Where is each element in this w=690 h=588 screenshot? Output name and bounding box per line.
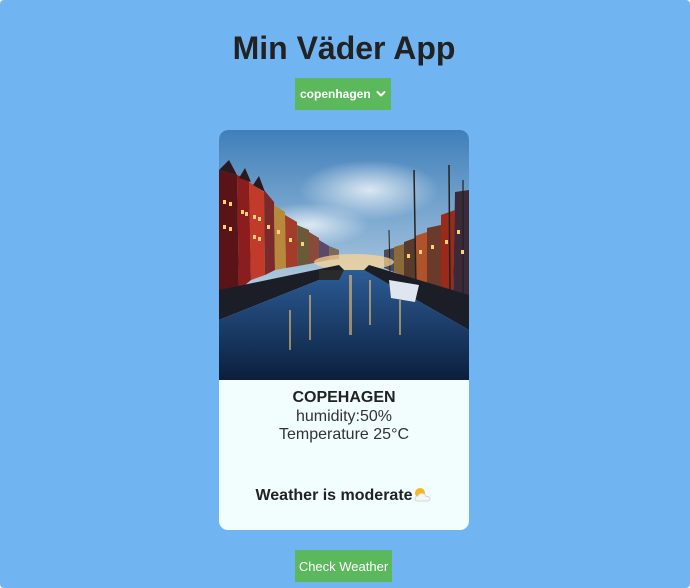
humidity-line: humidity:50% (219, 408, 469, 426)
app-page: Min Väder App copenhagen COPEHAGEN humid… (0, 0, 690, 588)
page-title: Min Väder App (232, 30, 456, 66)
temperature-value: 25°C (373, 426, 410, 443)
humidity-value: 50% (360, 408, 393, 425)
weather-status: Weather is moderate (219, 486, 469, 505)
weather-status-text: Weather is moderate (255, 487, 413, 504)
city-photo (219, 130, 469, 380)
sun-behind-cloud-icon (414, 488, 431, 502)
temperature-label: Temperature (278, 426, 369, 443)
city-name: COPEHAGEN (292, 389, 396, 406)
temperature-line: Temperature 25°C (219, 426, 469, 444)
check-weather-button[interactable]: Check Weather (295, 550, 392, 582)
humidity-label: humidity: (295, 408, 360, 425)
city-select[interactable]: copenhagen (295, 78, 391, 110)
weather-card: COPEHAGEN humidity:50% Temperature 25°C … (219, 130, 469, 530)
